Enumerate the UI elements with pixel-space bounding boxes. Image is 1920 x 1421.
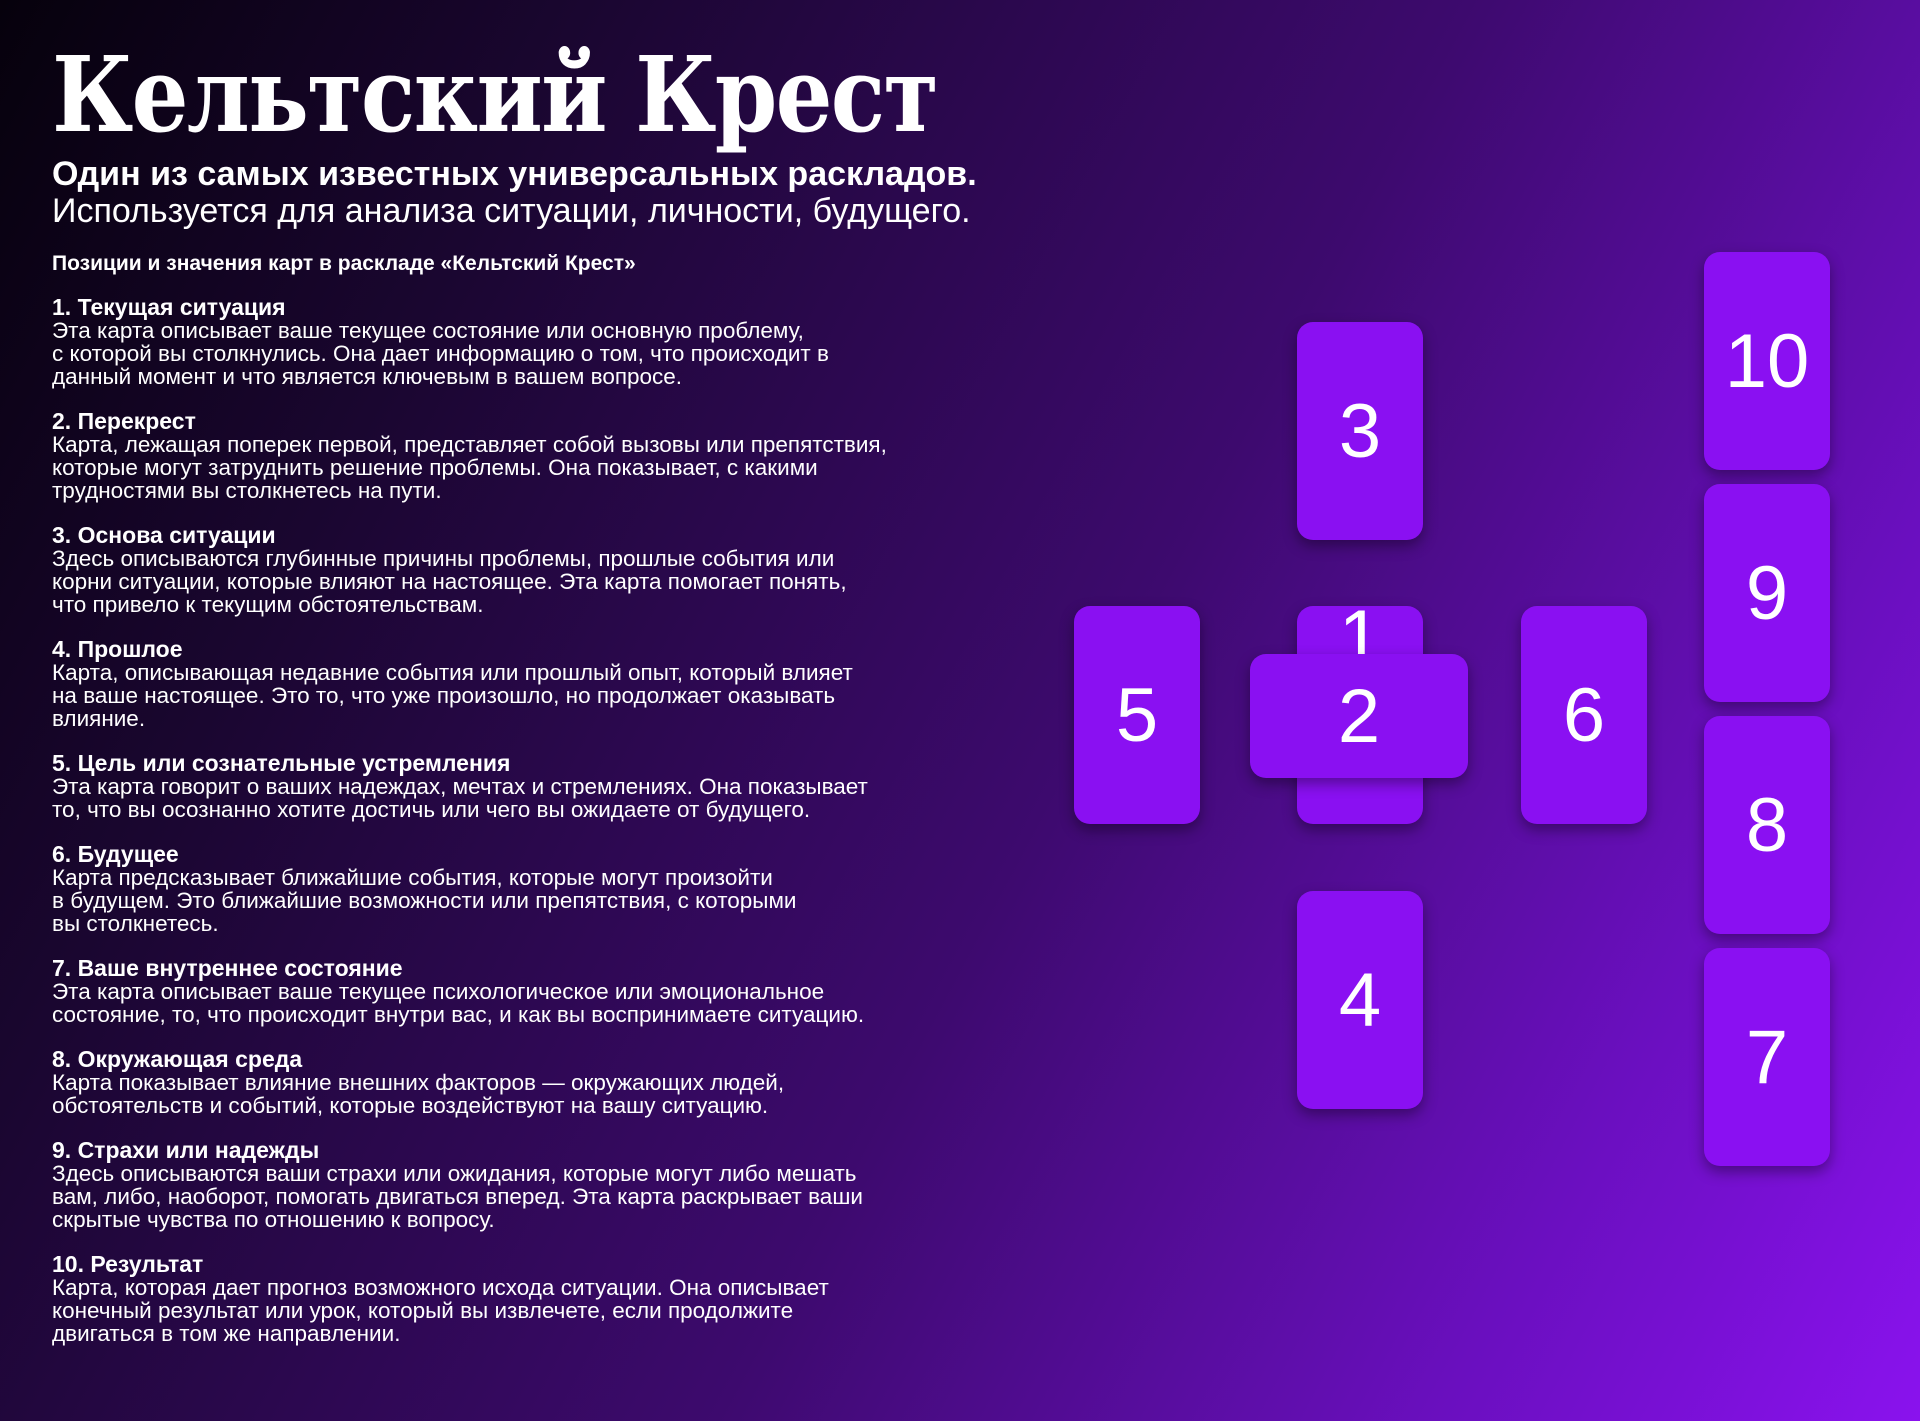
card-number: 9 <box>1745 550 1789 636</box>
position-item-5: 5. Цель или сознательные устремления Эта… <box>52 750 1042 822</box>
position-description: Карта, описывающая недавние события или … <box>52 660 853 731</box>
card-8: 8 <box>1704 716 1830 934</box>
position-item-8: 8. Окружающая среда Карта показывает вли… <box>52 1046 1042 1118</box>
card-5: 5 <box>1074 606 1200 824</box>
position-item-2: 2. Перекрест Карта, лежащая поперек перв… <box>52 408 1042 503</box>
card-number: 3 <box>1338 388 1382 474</box>
card-number: 2 <box>1337 673 1381 759</box>
card-3: 3 <box>1297 322 1423 540</box>
position-item-4: 4. Прошлое Карта, описывающая недавние с… <box>52 636 1042 731</box>
card-9: 9 <box>1704 484 1830 702</box>
card-number: 6 <box>1562 672 1606 758</box>
card-7: 7 <box>1704 948 1830 1166</box>
position-title: 9. Страхи или надежды <box>52 1137 320 1163</box>
position-title: 7. Ваше внутреннее состояние <box>52 955 403 981</box>
position-title: 3. Основа ситуации <box>52 522 276 548</box>
position-title: 10. Результат <box>52 1251 204 1277</box>
position-description: Здесь описываются ваши страхи или ожидан… <box>52 1161 863 1232</box>
position-title: 8. Окружающая среда <box>52 1046 303 1072</box>
position-item-9: 9. Страхи или надежды Здесь описываются … <box>52 1137 1042 1232</box>
position-title: 5. Цель или сознательные устремления <box>52 750 511 776</box>
card-6: 6 <box>1521 606 1647 824</box>
positions-heading: Позиции и значения карт в раскладе «Кель… <box>52 252 636 275</box>
position-description: Карта показывает влияние внешних факторо… <box>52 1070 785 1118</box>
card-10: 10 <box>1704 252 1830 470</box>
card-4: 4 <box>1297 891 1423 1109</box>
card-2: 2 <box>1250 654 1468 778</box>
position-description: Карта, лежащая поперек первой, представл… <box>52 432 887 503</box>
position-title: 2. Перекрест <box>52 408 196 434</box>
card-number: 8 <box>1745 782 1789 868</box>
position-description: Эта карта говорит о ваших надеждах, мечт… <box>52 774 868 822</box>
position-description: Эта карта описывает ваше текущее состоян… <box>52 318 829 389</box>
card-number: 4 <box>1338 957 1382 1043</box>
position-title: 1. Текущая ситуация <box>52 294 286 320</box>
card-number: 7 <box>1745 1014 1789 1100</box>
subtitle-regular: Используется для анализа ситуации, лично… <box>52 192 971 230</box>
position-description: Карта, которая дает прогноз возможного и… <box>52 1275 829 1346</box>
position-title: 6. Будущее <box>52 841 179 867</box>
subtitle-bold: Один из самых известных универсальных ра… <box>52 155 977 193</box>
position-item-3: 3. Основа ситуации Здесь описываются глу… <box>52 522 1042 617</box>
page-title: Кельтский Крест <box>52 33 939 156</box>
position-description: Здесь описываются глубинные причины проб… <box>52 546 847 617</box>
position-item-10: 10. Результат Карта, которая дает прогно… <box>52 1251 1042 1346</box>
position-item-1: 1. Текущая ситуация Эта карта описывает … <box>52 294 1042 389</box>
position-item-7: 7. Ваше внутреннее состояние Эта карта о… <box>52 955 1042 1027</box>
position-item-6: 6. Будущее Карта предсказывает ближайшие… <box>52 841 1042 936</box>
position-description: Карта предсказывает ближайшие события, к… <box>52 865 797 936</box>
position-description: Эта карта описывает ваше текущее психоло… <box>52 979 865 1027</box>
position-title: 4. Прошлое <box>52 636 183 662</box>
positions-list: 1. Текущая ситуация Эта карта описывает … <box>52 296 1042 1367</box>
card-number: 10 <box>1724 318 1810 404</box>
card-number: 5 <box>1115 672 1159 758</box>
